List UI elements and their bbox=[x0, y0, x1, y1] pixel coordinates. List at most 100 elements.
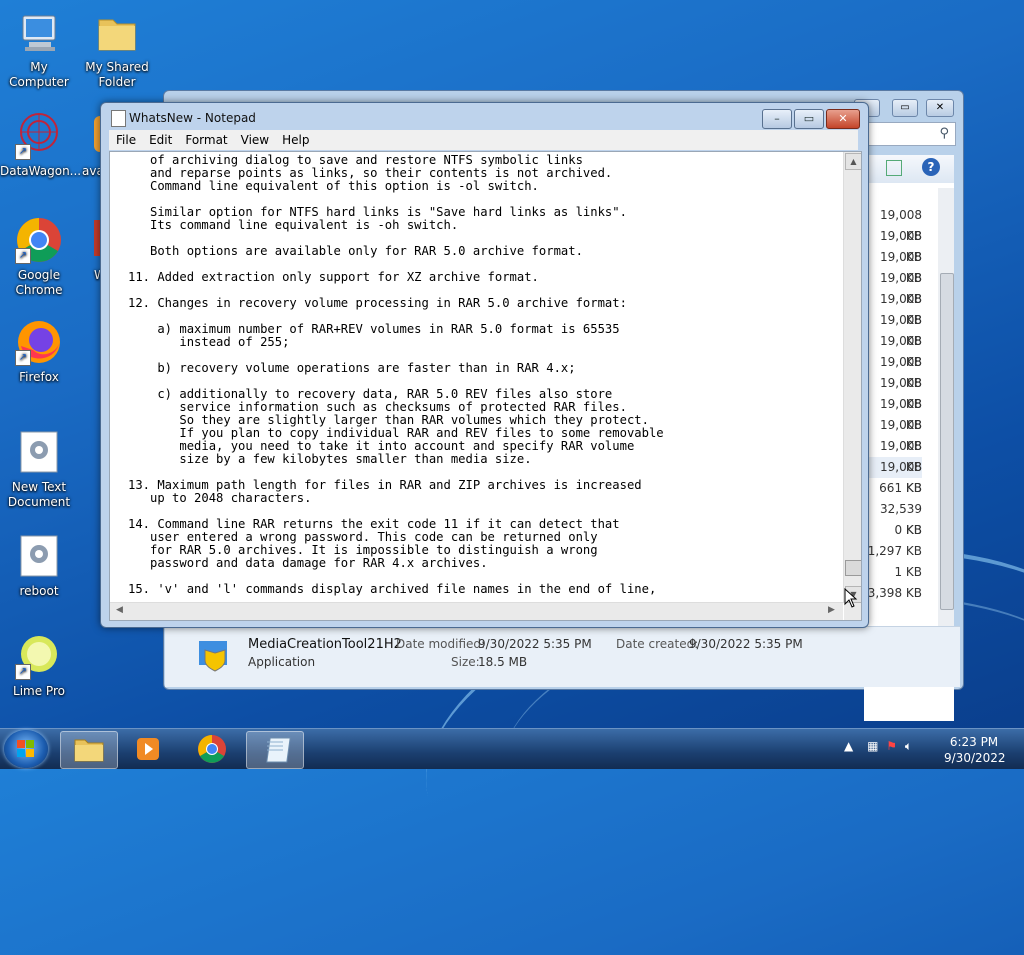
size-cell: 19,008 KB bbox=[880, 229, 922, 264]
desktop-icon-label: New Text Document bbox=[7, 480, 71, 509]
taskbar: ▲ ▦ ⚑ 🔈︎ 6:23 PM 9/30/2022 bbox=[0, 728, 1024, 769]
clock-time: 6:23 PM bbox=[949, 735, 999, 749]
size-label: Size: bbox=[451, 655, 480, 669]
date-created-value: 9/30/2022 5:35 PM bbox=[689, 637, 803, 651]
size-cell: 19,008 KB bbox=[880, 355, 922, 390]
notepad-icon bbox=[266, 737, 291, 763]
size-value: 18.5 MB bbox=[478, 655, 528, 669]
close-button[interactable]: ✕ bbox=[826, 109, 860, 129]
network-icon[interactable]: ▦ bbox=[867, 739, 878, 753]
menu-view[interactable]: View bbox=[234, 130, 275, 147]
vertical-scrollbar[interactable]: ▲ ▼ bbox=[843, 152, 861, 603]
notepad-icon bbox=[111, 110, 126, 127]
gear-document-icon bbox=[15, 532, 63, 580]
desktop-icon-firefox[interactable]: ↗ Firefox bbox=[0, 318, 78, 385]
size-cell: 32,539 KB bbox=[880, 502, 922, 537]
menu-format[interactable]: Format bbox=[178, 130, 233, 147]
preview-pane-icon[interactable] bbox=[886, 160, 902, 176]
size-cell: 19,008 KB bbox=[880, 313, 922, 348]
date-created-label: Date created: bbox=[616, 637, 699, 651]
size-cell: 0 KB bbox=[894, 523, 922, 537]
shortcut-arrow-icon: ↗ bbox=[15, 144, 31, 160]
text-editor-area[interactable]: of archiving dialog to save and restore … bbox=[109, 151, 862, 621]
size-column: 19,008 KB 19,008 KB 19,008 KB 19,008 KB … bbox=[866, 205, 922, 604]
size-cell: 19,008 KB bbox=[880, 292, 922, 327]
gear-document-icon bbox=[15, 428, 63, 476]
search-icon: ⚲ bbox=[939, 126, 949, 141]
notepad-window[interactable]: WhatsNew - Notepad – ▭ ✕ File Edit Format V… bbox=[100, 102, 869, 628]
lime-icon: ↗ bbox=[15, 632, 63, 680]
menu-file[interactable]: File bbox=[109, 130, 142, 147]
desktop-icon-my-shared-folder[interactable]: My Shared Folder bbox=[78, 8, 156, 90]
maximize-button[interactable]: ▭ bbox=[794, 109, 824, 129]
date-modified-value: 9/30/2022 5:35 PM bbox=[478, 637, 592, 651]
size-cell: 19,008 KB bbox=[880, 439, 922, 474]
minimize-button[interactable]: – bbox=[762, 109, 792, 129]
size-cell: 19,008 KB bbox=[880, 208, 922, 243]
desktop-icon-label: Lime Pro bbox=[13, 684, 65, 698]
folder-icon bbox=[93, 8, 141, 56]
volume-icon[interactable]: 🔈︎ bbox=[905, 739, 912, 753]
installer-icon bbox=[195, 635, 235, 675]
scroll-left-button[interactable]: ◀ bbox=[116, 605, 123, 615]
date-modified-label: Date modified: bbox=[396, 637, 486, 651]
desktop-icon-label: Firefox bbox=[19, 370, 59, 384]
help-icon[interactable]: ? bbox=[922, 158, 940, 176]
maximize-button[interactable]: ▭ bbox=[892, 99, 918, 117]
folder-icon bbox=[74, 739, 104, 762]
file-name: MediaCreationTool21H2 bbox=[248, 637, 402, 652]
explorer-scrollbar[interactable] bbox=[938, 188, 954, 628]
scroll-right-button[interactable]: ▶ bbox=[828, 605, 835, 615]
taskbar-chrome[interactable] bbox=[184, 731, 240, 767]
scrollbar-thumb[interactable] bbox=[845, 560, 861, 576]
shortcut-arrow-icon: ↗ bbox=[15, 664, 31, 680]
datawagon-icon: ↗ bbox=[15, 112, 63, 160]
size-cell: 661 KB bbox=[879, 481, 922, 495]
size-cell: 19,008 KB bbox=[880, 250, 922, 285]
desktop-icon-lime-pro[interactable]: ↗ Lime Pro bbox=[0, 632, 78, 699]
show-hidden-icons-icon[interactable]: ▲ bbox=[844, 739, 853, 753]
close-button[interactable]: ✕ bbox=[926, 99, 954, 117]
desktop-icon-label: reboot bbox=[19, 584, 59, 598]
scrollbar-thumb[interactable] bbox=[940, 273, 954, 610]
taskbar-notepad[interactable] bbox=[246, 731, 304, 769]
file-type: Application bbox=[248, 655, 316, 669]
desktop-icon-label: My Computer bbox=[9, 60, 69, 89]
computer-icon bbox=[15, 8, 63, 56]
size-cell: 19,008 KB bbox=[880, 271, 922, 306]
firefox-icon: ↗ bbox=[15, 318, 63, 366]
document-text[interactable]: of archiving dialog to save and restore … bbox=[128, 154, 828, 596]
desktop-icon-label: Google Chrome bbox=[15, 268, 63, 297]
taskbar-media-player[interactable] bbox=[120, 731, 176, 767]
menu-edit[interactable]: Edit bbox=[142, 130, 178, 147]
explorer-toolbar: ? bbox=[866, 155, 954, 183]
clock-date: 9/30/2022 bbox=[944, 751, 1006, 765]
chrome-icon: ↗ bbox=[15, 216, 63, 264]
size-cell-selected[interactable]: 19,008 KB bbox=[866, 457, 922, 495]
size-cell: 1 KB bbox=[894, 565, 922, 579]
search-input[interactable]: ⚲ bbox=[866, 122, 956, 146]
details-pane: MediaCreationTool21H2 Application Date m… bbox=[165, 626, 960, 687]
window-title: WhatsNew - Notepad bbox=[129, 111, 256, 125]
desktop-icon-label: DataWagon... bbox=[0, 164, 82, 178]
size-cell: 3,398 KB bbox=[867, 586, 922, 600]
desktop-icon-new-text-document[interactable]: New Text Document bbox=[0, 428, 78, 510]
size-cell: 1,297 KB bbox=[867, 544, 922, 558]
shortcut-arrow-icon: ↗ bbox=[15, 350, 31, 366]
desktop-icon-my-computer[interactable]: My Computer bbox=[0, 8, 78, 90]
system-tray: ▲ ▦ ⚑ 🔈︎ bbox=[844, 739, 912, 754]
action-center-icon[interactable]: ⚑ bbox=[886, 739, 897, 753]
desktop-icon-label: My Shared Folder bbox=[85, 60, 149, 89]
size-cell: 19,008 KB bbox=[880, 397, 922, 432]
clock[interactable]: 6:23 PM 9/30/2022 bbox=[944, 734, 1006, 766]
size-cell: 19,008 KB bbox=[880, 334, 922, 369]
desktop-icon-google-chrome[interactable]: ↗ Google Chrome bbox=[0, 216, 78, 298]
shortcut-arrow-icon: ↗ bbox=[15, 248, 31, 264]
menu-help[interactable]: Help bbox=[275, 130, 315, 147]
scroll-up-button[interactable]: ▲ bbox=[845, 153, 861, 170]
media-player-icon bbox=[137, 738, 159, 760]
desktop-icon-reboot[interactable]: reboot bbox=[0, 532, 78, 599]
start-button[interactable] bbox=[4, 730, 48, 768]
taskbar-explorer[interactable] bbox=[60, 731, 118, 769]
horizontal-scrollbar[interactable]: ◀ ▶ bbox=[110, 602, 843, 620]
